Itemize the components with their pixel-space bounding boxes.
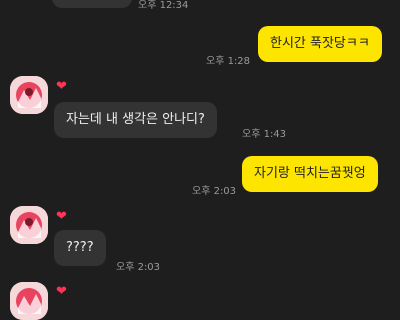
chat-view: 오후 12:34 오후 1:28 한시간 푹잣당ㅋㅋ ❤ 자는데 내 생각은 안… [0,0,400,320]
message-bubble-me[interactable]: 한시간 푹잣당ㅋㅋ [258,26,382,62]
avatar-image [10,282,48,320]
profile-avatar[interactable] [10,282,48,320]
heart-icon: ❤ [56,79,67,94]
message-bubble-them[interactable] [52,0,132,8]
profile-avatar[interactable] [10,76,48,114]
avatar-image [10,76,48,114]
message-time: 오후 1:28 [206,56,251,67]
avatar-image [10,206,48,244]
message-time: 오후 12:34 [138,0,189,11]
heart-icon: ❤ [56,284,67,299]
message-time: 오후 2:03 [116,262,161,273]
heart-icon: ❤ [56,209,67,224]
profile-avatar[interactable] [10,206,48,244]
message-bubble-them[interactable]: 자는데 내 생각은 안나디? [54,102,217,138]
message-bubble-them[interactable]: ???? [54,230,106,266]
message-bubble-me[interactable]: 자기랑 떡치는꿈꿧엉 [242,156,378,192]
message-time: 오후 1:43 [242,129,287,140]
message-time: 오후 2:03 [192,186,237,197]
